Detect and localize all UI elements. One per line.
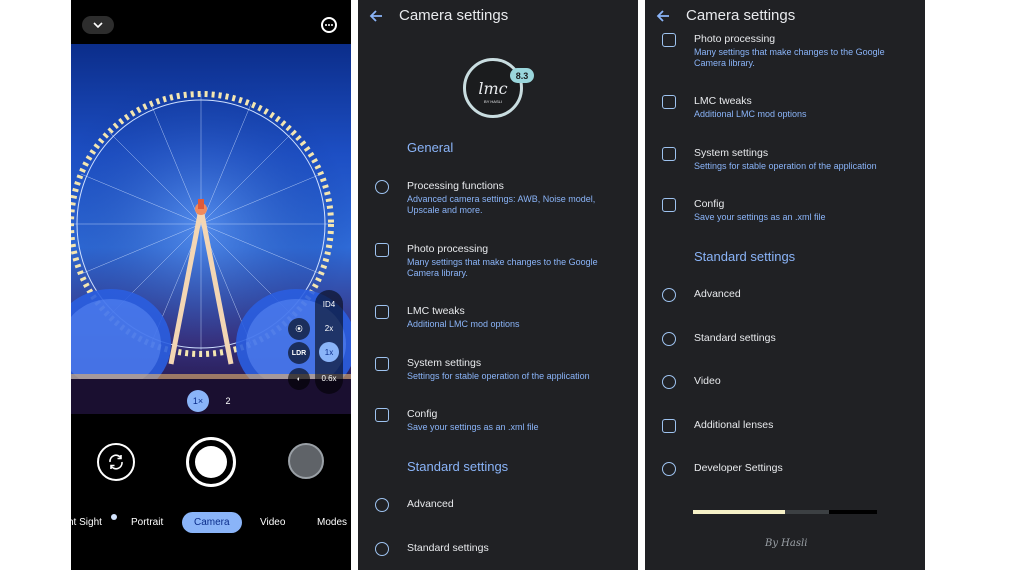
setting-subtitle: Additional LMC mod options — [407, 319, 520, 329]
logo-text: lmc — [478, 78, 508, 98]
signature: By Hasli — [765, 538, 808, 549]
mode-bar: ht Sight Portrait Camera Video Modes — [71, 511, 351, 537]
setting-title: Developer Settings — [694, 462, 783, 474]
section-header-standard: Standard settings — [407, 459, 509, 474]
setting-subtitle: Save your settings as an .xml file — [407, 422, 539, 432]
lmc-icon — [662, 95, 676, 109]
page-title: Camera settings — [686, 7, 796, 24]
zoom-chip[interactable]: 2 — [217, 390, 239, 412]
setting-title: LMC tweaks — [407, 305, 465, 317]
google-icon — [375, 542, 389, 556]
gallery-thumbnail[interactable] — [288, 443, 324, 479]
setting-subtitle: Settings for stable operation of the app… — [694, 161, 877, 171]
logo-subtext: BY HASLI — [484, 99, 502, 104]
tune-icon — [662, 33, 676, 47]
section-header-standard: Standard settings — [694, 249, 796, 264]
mode-camera[interactable]: Camera — [182, 512, 242, 533]
setting-title: LMC tweaks — [694, 95, 752, 107]
tune-icon — [375, 243, 389, 257]
setting-title: Processing functions — [407, 180, 504, 192]
mode-night-sight[interactable]: ht Sight — [71, 517, 102, 528]
lmc-icon — [375, 305, 389, 319]
camera-top-bar — [71, 0, 351, 44]
setting-subtitle: Save your settings as an .xml file — [694, 212, 826, 222]
setting-title: System settings — [407, 357, 482, 369]
lens-chip[interactable]: 2x — [319, 318, 339, 338]
page-title: Camera settings — [399, 7, 509, 24]
ldr-chip[interactable]: LDR — [288, 342, 310, 364]
progress-fill — [693, 510, 785, 514]
ferris-wheel-scene — [71, 74, 351, 414]
settings-screen-scrolled: Photo processing Many settings that make… — [645, 0, 925, 570]
setting-subtitle: Advanced camera settings: AWB, Noise mod… — [407, 194, 596, 215]
setting-title: Standard settings — [407, 542, 489, 554]
lens-chip-active[interactable]: 1x — [319, 342, 339, 362]
lmc-logo: lmc BY HASLI — [463, 58, 523, 118]
app-bar: Camera settings — [645, 0, 925, 30]
mode-video[interactable]: Video — [260, 517, 285, 528]
setting-subtitle: Settings for stable operation of the app… — [407, 371, 590, 381]
back-arrow-icon[interactable] — [655, 8, 671, 24]
progress-end — [829, 510, 877, 514]
camera-icon — [375, 180, 389, 194]
lens-chip[interactable]: 0.6x — [319, 368, 339, 388]
back-arrow-icon[interactable] — [368, 8, 384, 24]
google-icon — [662, 332, 676, 346]
play-icon — [662, 375, 676, 389]
mode-portrait[interactable]: Portrait — [131, 517, 163, 528]
setting-subtitle: Many settings that make changes to the G… — [694, 47, 885, 68]
settings-screen-main: Camera settings lmc BY HASLI 8.3 General… — [358, 0, 638, 570]
chevron-down-icon — [93, 22, 103, 28]
app-bar: Camera settings — [358, 0, 638, 34]
more-dots-icon — [325, 24, 333, 26]
advanced-icon — [662, 288, 676, 302]
shutter-button[interactable] — [186, 437, 236, 487]
setting-subtitle: Additional LMC mod options — [694, 109, 807, 119]
setting-title: System settings — [694, 147, 769, 159]
setting-title: Standard settings — [694, 332, 776, 344]
lens-selector: ID4 2x 1x 0.6x — [315, 290, 343, 394]
progress-bar — [693, 510, 877, 514]
notification-dot — [111, 514, 117, 520]
camera-app-screen: ⦿ LDR ◐ ID4 2x 1x 0.6x 1× 2 ht Sight Por… — [71, 0, 351, 570]
lens-chip[interactable]: ID4 — [319, 294, 339, 314]
settings-icon — [662, 147, 676, 161]
file-icon — [662, 198, 676, 212]
leica-chip[interactable]: ⦿ — [288, 318, 310, 340]
setting-title: Additional lenses — [694, 419, 774, 431]
setting-title: Advanced — [407, 498, 454, 510]
setting-title: Config — [407, 408, 438, 420]
section-header-general: General — [407, 140, 454, 155]
setting-title: Config — [694, 198, 725, 210]
mode-modes[interactable]: Modes — [317, 517, 347, 528]
lens-icon — [662, 419, 676, 433]
developer-icon — [662, 462, 676, 476]
switch-camera-button[interactable] — [97, 443, 135, 481]
zoom-selector: 1× 2 — [187, 390, 239, 412]
collapse-button[interactable] — [82, 16, 114, 34]
setting-title: Advanced — [694, 288, 741, 300]
setting-title: Video — [694, 375, 721, 387]
settings-icon — [375, 357, 389, 371]
mode-chip[interactable]: ◐ — [288, 368, 310, 390]
advanced-icon — [375, 498, 389, 512]
more-options-button[interactable] — [321, 17, 337, 33]
file-icon — [375, 408, 389, 422]
version-badge: 8.3 — [510, 68, 534, 83]
zoom-chip-active[interactable]: 1× — [187, 390, 209, 412]
viewfinder[interactable] — [71, 44, 351, 414]
shutter-inner — [195, 446, 227, 478]
setting-title: Photo processing — [694, 33, 776, 45]
flip-camera-icon — [109, 454, 123, 470]
setting-title: Photo processing — [407, 243, 489, 255]
setting-subtitle: Many settings that make changes to the G… — [407, 257, 598, 278]
